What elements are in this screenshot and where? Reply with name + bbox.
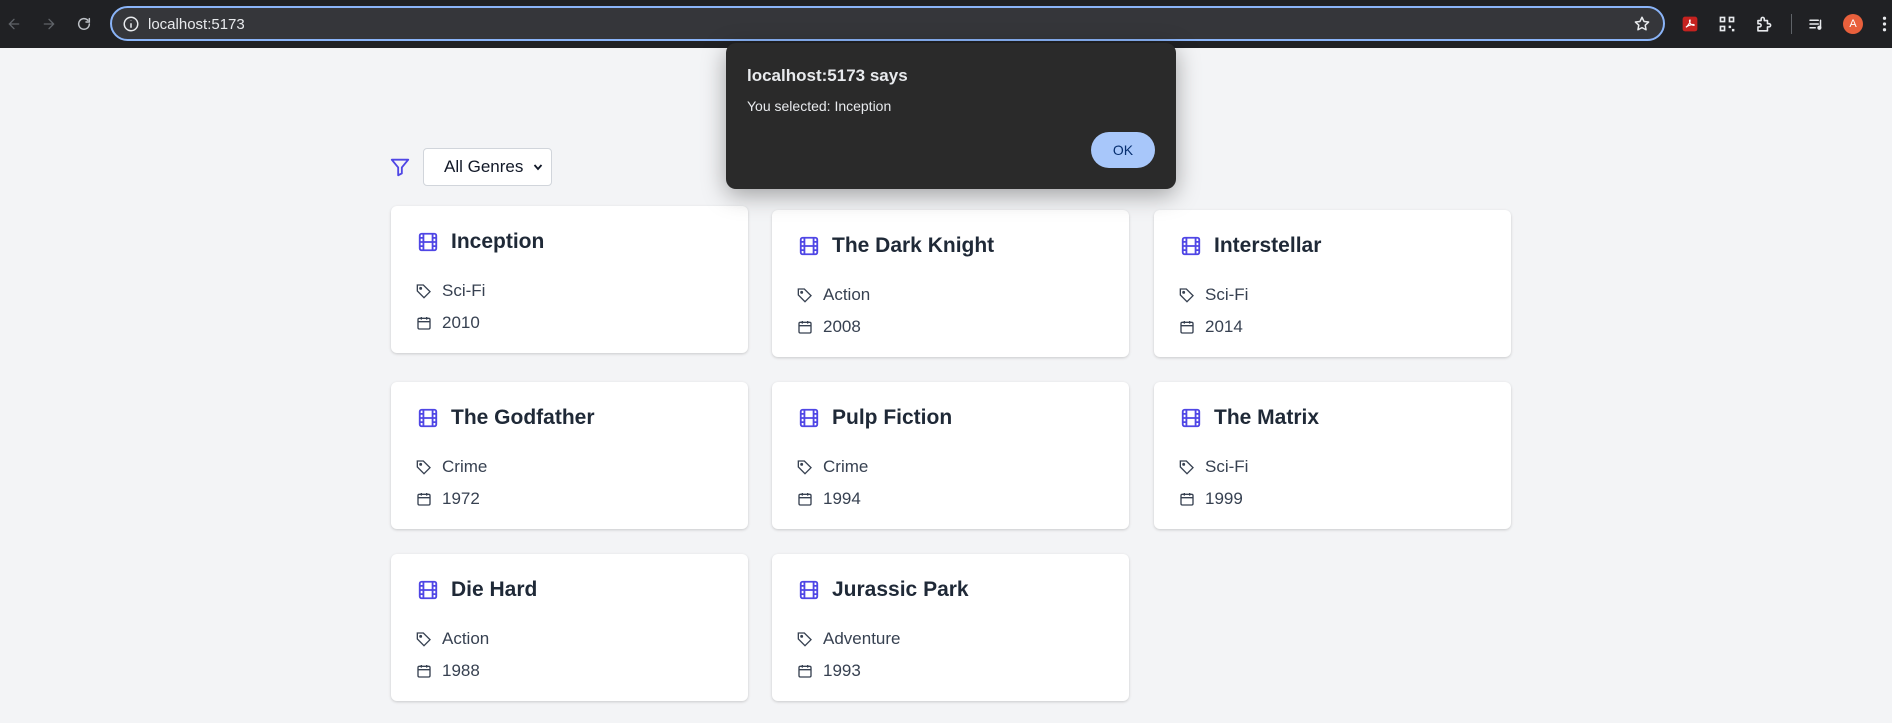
- info-icon[interactable]: [122, 15, 140, 33]
- forward-icon[interactable]: [37, 12, 61, 36]
- address-bar[interactable]: localhost:5173: [110, 6, 1665, 41]
- tag-icon: [416, 632, 431, 647]
- movie-card[interactable]: Interstellar Sci-Fi 2014: [1154, 210, 1511, 357]
- movie-title: Inception: [451, 230, 545, 253]
- alert-dialog: localhost:5173 says You selected: Incept…: [726, 43, 1176, 189]
- movie-card[interactable]: Inception Sci-Fi 2010: [391, 206, 748, 353]
- movie-card[interactable]: Jurassic Park Adventure 1993: [772, 554, 1129, 701]
- movie-genre: Sci-Fi: [1205, 285, 1249, 304]
- film-icon: [1181, 408, 1201, 428]
- profile-avatar[interactable]: A: [1843, 14, 1863, 34]
- calendar-icon: [798, 321, 812, 334]
- url-text[interactable]: localhost:5173: [148, 16, 245, 33]
- ok-button[interactable]: OK: [1091, 132, 1155, 168]
- calendar-icon: [417, 665, 431, 678]
- movie-title: The Matrix: [1214, 406, 1320, 429]
- movie-year: 1994: [823, 489, 861, 508]
- alert-message: You selected: Inception: [747, 98, 892, 114]
- qr-extension-icon[interactable]: [1716, 13, 1738, 35]
- genre-select-value: All Genres: [444, 157, 524, 176]
- alert-title: localhost:5173 says: [747, 66, 908, 85]
- movie-genre: Crime: [823, 457, 869, 476]
- movie-title: Jurassic Park: [832, 578, 969, 601]
- menu-icon[interactable]: [1877, 13, 1891, 35]
- tag-icon: [1179, 460, 1194, 475]
- tag-icon: [797, 632, 812, 647]
- tag-icon: [1179, 288, 1194, 303]
- movie-title: Interstellar: [1214, 234, 1322, 257]
- movie-year: 2008: [823, 317, 861, 336]
- chevron-down-icon: [533, 164, 543, 171]
- movie-year: 1999: [1205, 489, 1243, 508]
- film-icon: [799, 408, 819, 428]
- movie-card[interactable]: Die Hard Action 1988: [391, 554, 748, 701]
- movie-title: Die Hard: [451, 578, 538, 601]
- movie-title: The Godfather: [451, 406, 595, 429]
- movie-year: 2010: [442, 313, 480, 332]
- film-icon: [1181, 236, 1201, 256]
- reload-icon[interactable]: [72, 12, 96, 36]
- movie-card[interactable]: The Matrix Sci-Fi 1999: [1154, 382, 1511, 529]
- genre-select[interactable]: All Genres: [423, 148, 552, 186]
- movie-title: Pulp Fiction: [832, 406, 953, 429]
- movie-genre: Adventure: [823, 629, 901, 648]
- film-icon: [418, 408, 438, 428]
- tag-icon: [416, 460, 431, 475]
- movie-genre: Action: [442, 629, 490, 648]
- pdf-extension-icon[interactable]: [1679, 13, 1701, 35]
- calendar-icon: [798, 665, 812, 678]
- movie-year: 1993: [823, 661, 861, 680]
- calendar-icon: [417, 493, 431, 506]
- movie-genre: Action: [823, 285, 871, 304]
- movie-genre: Sci-Fi: [442, 281, 486, 300]
- film-icon: [418, 580, 438, 600]
- extensions-puzzle-icon[interactable]: [1752, 13, 1774, 35]
- star-icon[interactable]: [1633, 15, 1651, 33]
- film-icon: [418, 232, 438, 252]
- calendar-icon: [417, 317, 431, 330]
- genre-filter: All Genres: [389, 148, 552, 186]
- movie-genre: Sci-Fi: [1205, 457, 1249, 476]
- movie-year: 1972: [442, 489, 480, 508]
- movie-genre: Crime: [442, 457, 488, 476]
- film-icon: [799, 580, 819, 600]
- film-icon: [799, 236, 819, 256]
- movie-year: 1988: [442, 661, 480, 680]
- movie-title: The Dark Knight: [832, 234, 995, 257]
- calendar-icon: [798, 493, 812, 506]
- movie-card[interactable]: Pulp Fiction Crime 1994: [772, 382, 1129, 529]
- tag-icon: [797, 460, 812, 475]
- toolbar-divider: [1791, 14, 1792, 34]
- calendar-icon: [1180, 321, 1194, 334]
- movie-card[interactable]: The Godfather Crime 1972: [391, 382, 748, 529]
- back-icon[interactable]: [2, 12, 26, 36]
- browser-toolbar: localhost:5173 A: [0, 0, 1892, 48]
- calendar-icon: [1180, 493, 1194, 506]
- filter-icon: [390, 158, 410, 177]
- movie-year: 2014: [1205, 317, 1243, 336]
- movie-card[interactable]: The Dark Knight Action 2008: [772, 210, 1129, 357]
- tag-icon: [416, 284, 431, 299]
- tag-icon: [797, 288, 812, 303]
- media-control-icon[interactable]: [1805, 13, 1827, 35]
